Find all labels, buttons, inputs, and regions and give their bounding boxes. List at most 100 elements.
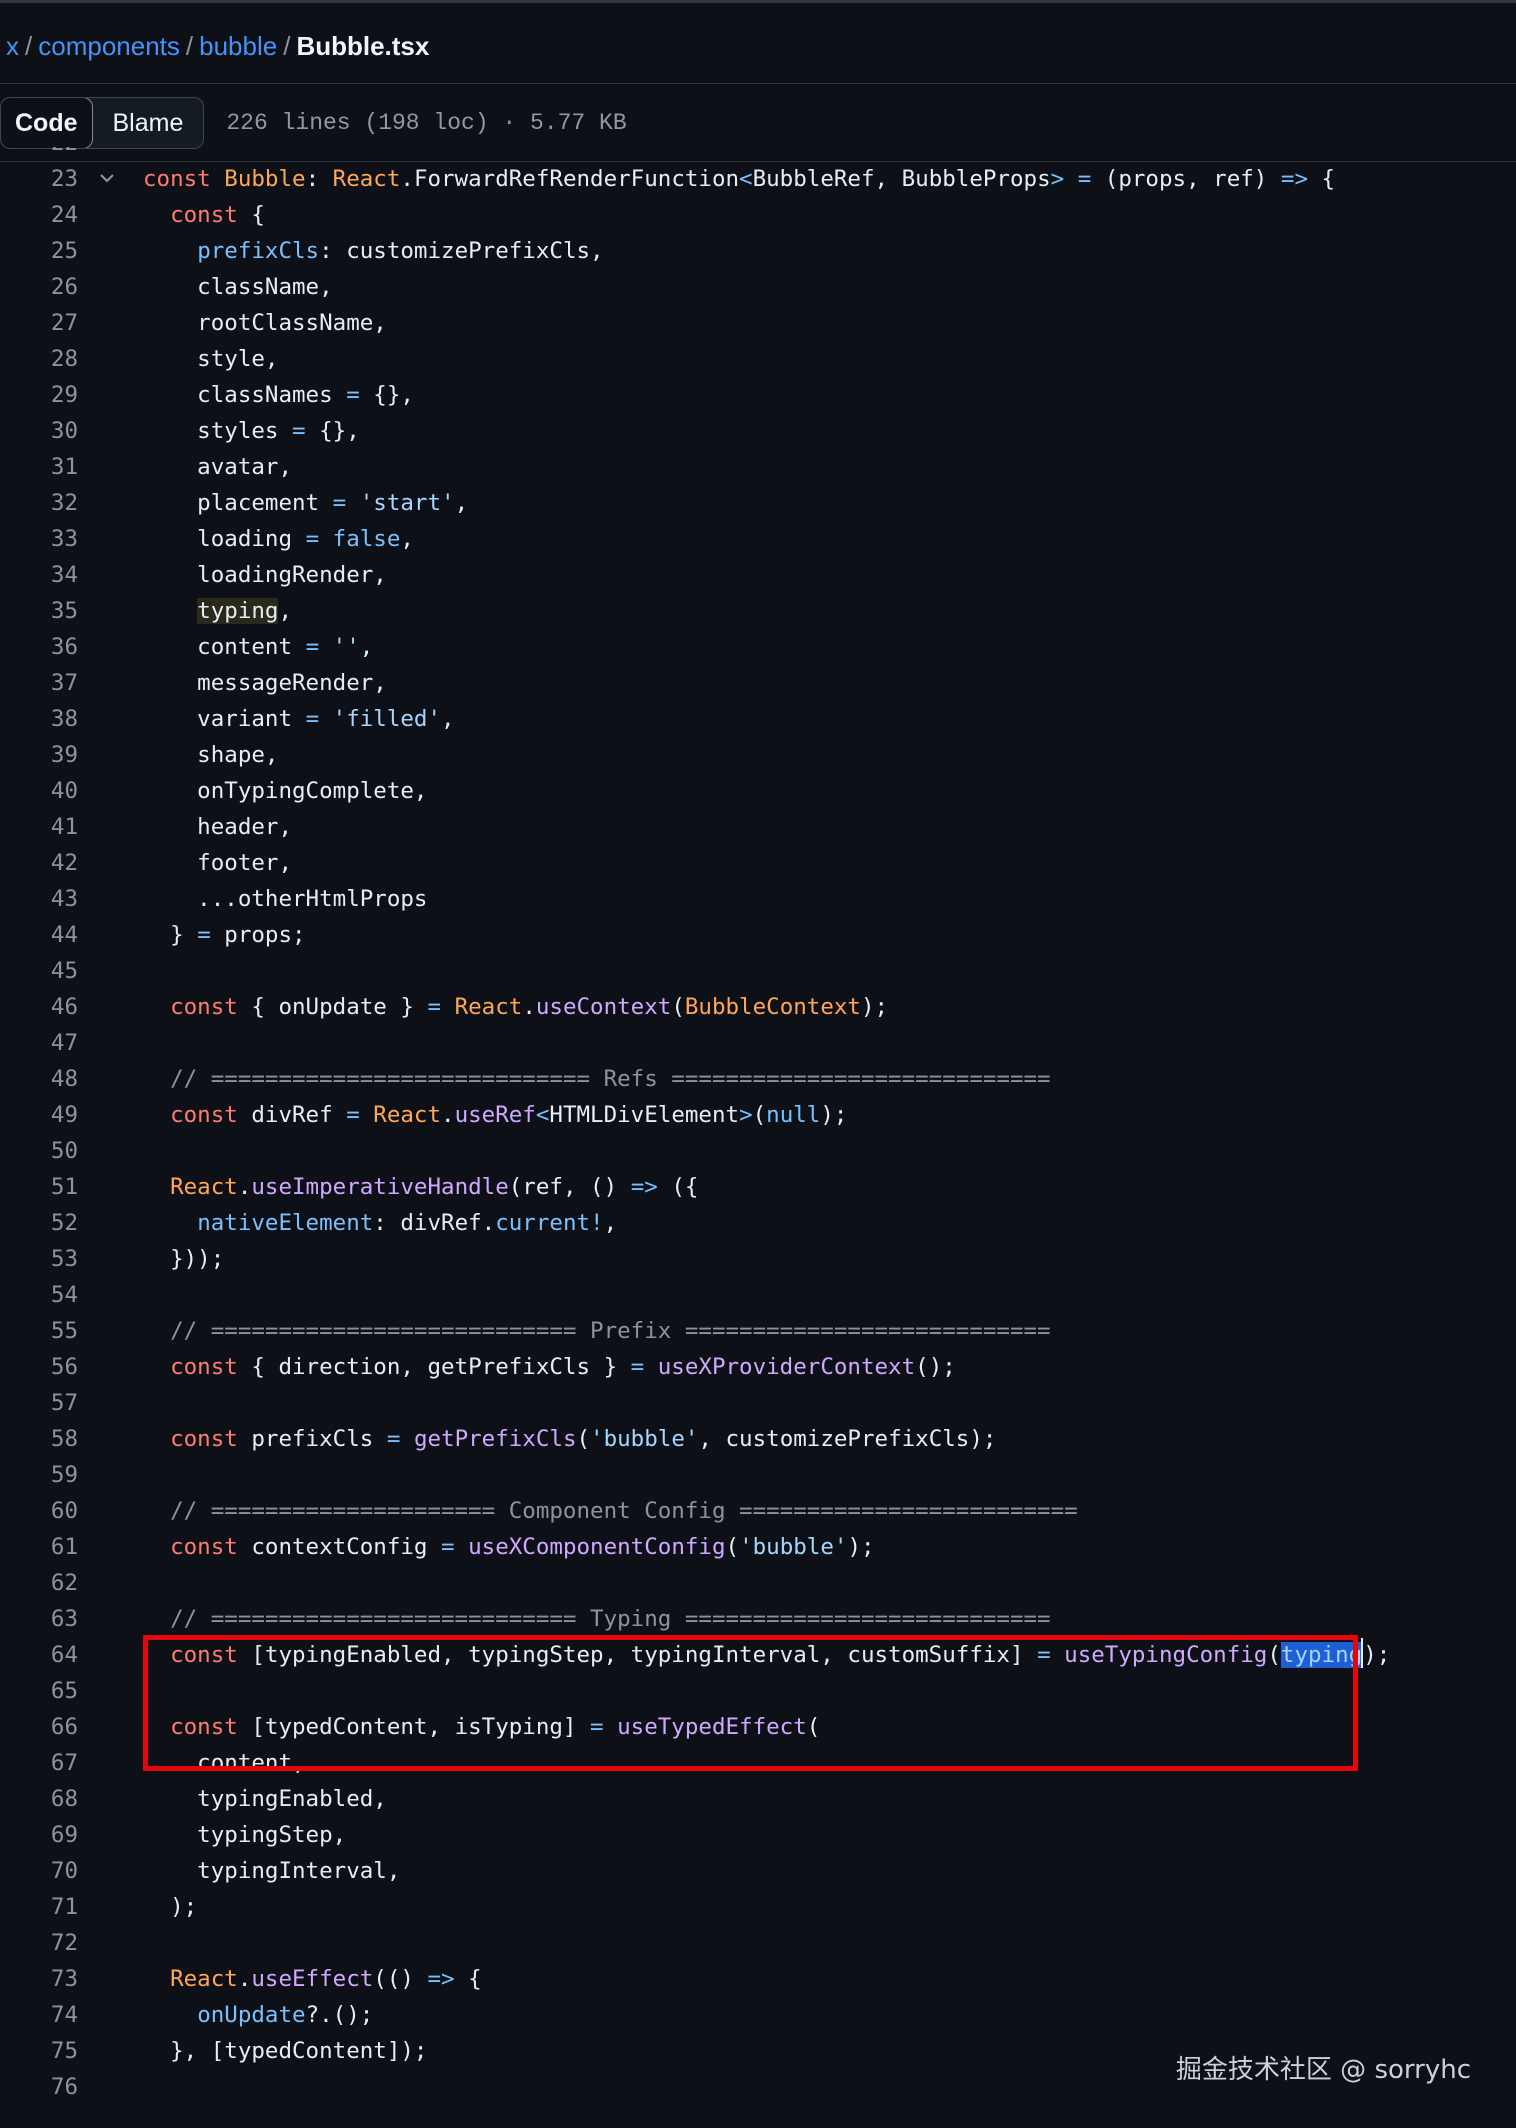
line-number[interactable]: 53 (51, 1241, 78, 1277)
line-number[interactable]: 38 (51, 701, 78, 737)
code-token: typingStep, (143, 1822, 347, 1848)
line-number[interactable]: 46 (51, 989, 78, 1025)
line-number[interactable]: 39 (51, 737, 78, 773)
line-number[interactable]: 36 (51, 629, 78, 665)
code-token: variant (143, 706, 306, 732)
line-number[interactable]: 54 (51, 1277, 78, 1313)
line-number[interactable]: 64 (51, 1637, 78, 1673)
line-number[interactable]: 24 (51, 197, 78, 233)
line-number[interactable]: 73 (51, 1961, 78, 1997)
line-number[interactable]: 35 (51, 593, 78, 629)
code-line: 73 React.useEffect(() => { (0, 1961, 1516, 1997)
code-token: const (170, 1354, 238, 1380)
line-number[interactable]: 58 (51, 1421, 78, 1457)
line-number[interactable]: 52 (51, 1205, 78, 1241)
line-number[interactable]: 33 (51, 521, 78, 557)
line-number[interactable]: 55 (51, 1313, 78, 1349)
line-number[interactable]: 41 (51, 809, 78, 845)
code-line: 69 typingStep, (0, 1817, 1516, 1853)
code-token: = (386, 1426, 401, 1452)
line-number[interactable]: 47 (51, 1025, 78, 1061)
code-text: React.useImperativeHandle(ref, () => ({ (143, 1169, 698, 1205)
line-number[interactable]: 60 (51, 1493, 78, 1529)
chevron-down-icon[interactable] (97, 161, 119, 197)
code-token: useRef (454, 1102, 536, 1128)
code-line: 46 const { onUpdate } = React.useContext… (0, 989, 1516, 1025)
code-text: const Bubble: React.ForwardRefRenderFunc… (143, 161, 1335, 197)
line-number[interactable]: 62 (51, 1565, 78, 1601)
line-number[interactable]: 45 (51, 953, 78, 989)
line-number[interactable]: 66 (51, 1709, 78, 1745)
blame-view-button[interactable]: Blame (93, 98, 204, 148)
code-line: 71 ); (0, 1889, 1516, 1925)
code-text: const { direction, getPrefixCls } = useX… (143, 1349, 956, 1385)
line-number[interactable]: 67 (51, 1745, 78, 1781)
line-number[interactable]: 63 (51, 1601, 78, 1637)
line-number[interactable]: 30 (51, 413, 78, 449)
code-text: const { onUpdate } = React.useContext(Bu… (143, 989, 888, 1025)
line-number[interactable]: 57 (51, 1385, 78, 1421)
line-number[interactable]: 72 (51, 1925, 78, 1961)
line-number[interactable]: 70 (51, 1853, 78, 1889)
line-number[interactable]: 26 (51, 269, 78, 305)
code-token: typing (197, 598, 279, 624)
line-number[interactable]: 23 (51, 161, 78, 197)
line-number[interactable]: 44 (51, 917, 78, 953)
code-line: 61 const contextConfig = useXComponentCo… (0, 1529, 1516, 1565)
code-text: // ============================ Refs ===… (143, 1061, 1051, 1097)
code-line: 59 (0, 1457, 1516, 1493)
breadcrumb-separator: / (25, 31, 33, 61)
line-number[interactable]: 68 (51, 1781, 78, 1817)
code-token: = (346, 382, 360, 408)
line-number[interactable]: 59 (51, 1457, 78, 1493)
code-token: rootClassName, (143, 310, 387, 336)
code-token: current (495, 1210, 591, 1236)
line-number[interactable]: 75 (51, 2033, 78, 2069)
line-number[interactable]: 51 (51, 1169, 78, 1205)
code-line: 39 shape, (0, 737, 1516, 773)
line-number[interactable]: 50 (51, 1133, 78, 1169)
code-line: 33 loading = false, (0, 521, 1516, 557)
line-number[interactable]: 32 (51, 485, 78, 521)
line-number[interactable]: 37 (51, 665, 78, 701)
line-number[interactable]: 29 (51, 377, 78, 413)
breadcrumb-link-bubble[interactable]: bubble (199, 31, 277, 61)
line-number[interactable]: 61 (51, 1529, 78, 1565)
code-text: footer, (143, 845, 292, 881)
line-number[interactable]: 28 (51, 341, 78, 377)
code-line: 52 nativeElement: divRef.current!, (0, 1205, 1516, 1241)
line-number[interactable]: 65 (51, 1673, 78, 1709)
line-number[interactable]: 25 (51, 233, 78, 269)
line-number[interactable]: 31 (51, 449, 78, 485)
code-text: onUpdate?.(); (143, 1997, 373, 2033)
line-number[interactable]: 76 (51, 2069, 78, 2105)
line-number[interactable]: 74 (51, 1997, 78, 2033)
breadcrumb-link-components[interactable]: components (38, 31, 180, 61)
line-number[interactable]: 40 (51, 773, 78, 809)
code-token: const (170, 1426, 238, 1452)
line-number[interactable]: 56 (51, 1349, 78, 1385)
breadcrumb-link-x[interactable]: x (6, 31, 19, 61)
line-number[interactable]: 43 (51, 881, 78, 917)
line-number[interactable]: 42 (51, 845, 78, 881)
code-line: 47 (0, 1025, 1516, 1061)
code-token: : customizePrefixCls, (319, 238, 604, 264)
line-number[interactable]: 49 (51, 1097, 78, 1133)
code-token: useTypedEffect (617, 1714, 807, 1740)
line-number[interactable]: 69 (51, 1817, 78, 1853)
line-number[interactable]: 27 (51, 305, 78, 341)
line-number[interactable]: 71 (51, 1889, 78, 1925)
code-token: (props, ref) (1091, 166, 1281, 192)
code-viewer[interactable]: 22 23const Bubble: React.ForwardRefRende… (0, 147, 1516, 2105)
code-token: = (305, 526, 320, 552)
line-number[interactable]: 48 (51, 1061, 78, 1097)
line-number[interactable]: 34 (51, 557, 78, 593)
code-view-button[interactable]: Code (1, 98, 93, 148)
code-token: nativeElement (197, 1210, 374, 1236)
